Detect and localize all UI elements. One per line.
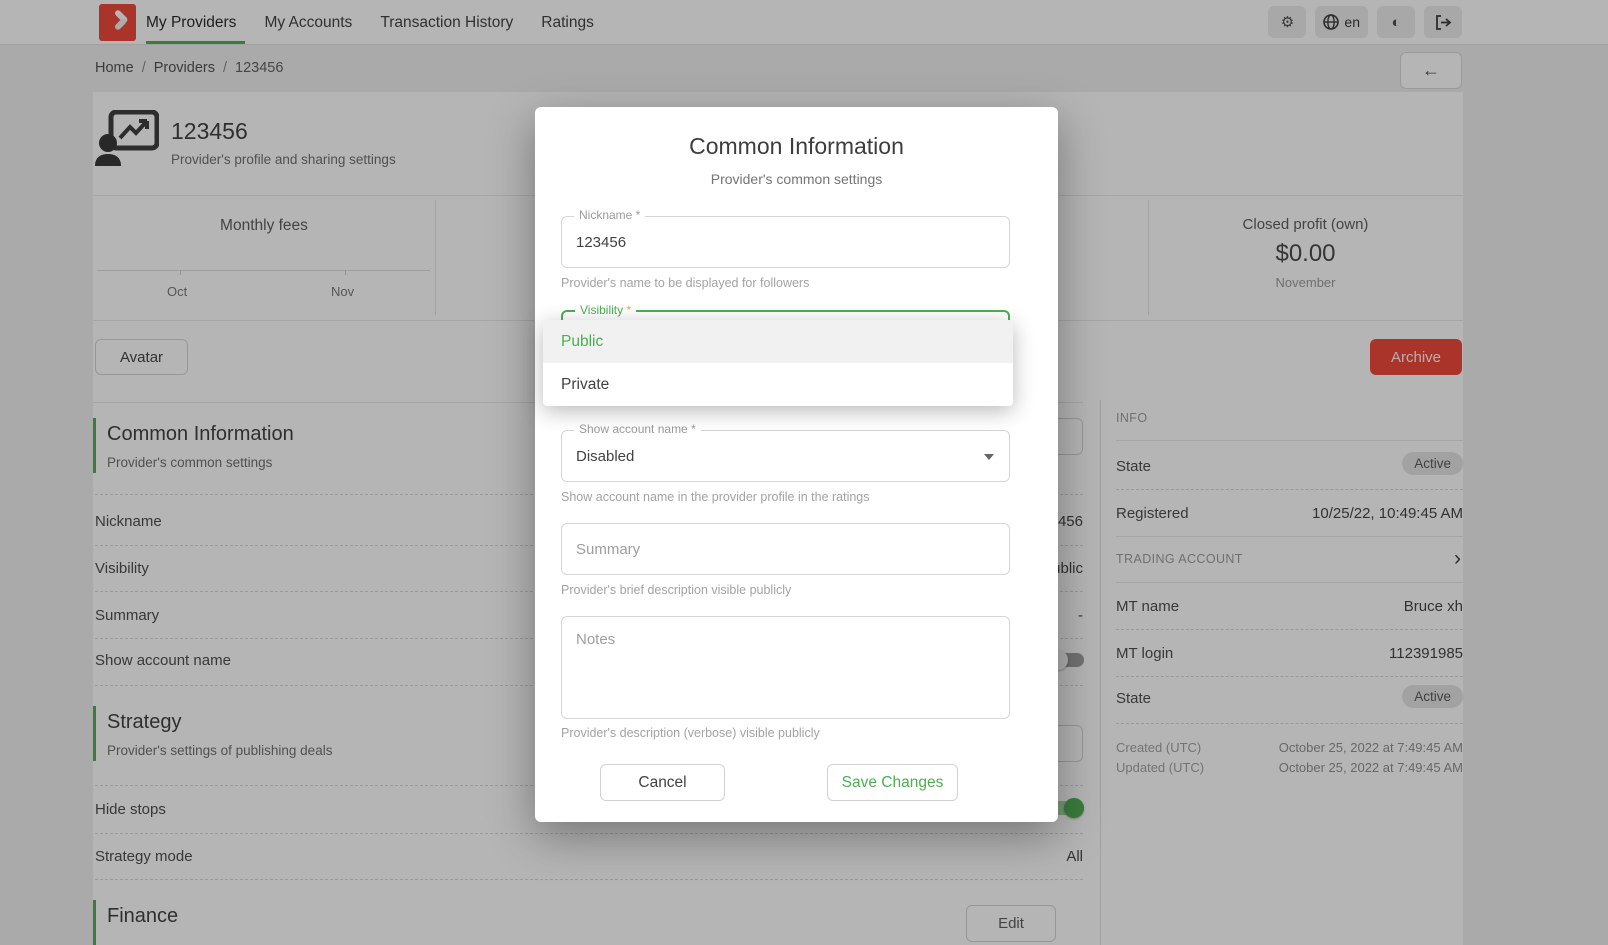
show-account-name-helper: Show account name in the provider profil…: [561, 490, 870, 504]
dialog-title: Common Information: [535, 133, 1058, 160]
summary-helper: Provider's brief description visible pub…: [561, 583, 791, 597]
show-account-name-field-label: Show account name *: [574, 422, 701, 436]
save-changes-button[interactable]: Save Changes: [827, 764, 958, 801]
notes-helper: Provider's description (verbose) visible…: [561, 726, 820, 740]
dialog-subtitle: Provider's common settings: [535, 171, 1058, 187]
summary-field: [561, 523, 1010, 575]
show-account-name-field[interactable]: Show account name * Disabled: [561, 430, 1010, 482]
cancel-button[interactable]: Cancel: [600, 764, 725, 801]
visibility-dropdown-menu: Public Private: [543, 320, 1013, 406]
nickname-input[interactable]: [562, 217, 1009, 267]
screen: My Providers My Accounts Transaction His…: [0, 0, 1608, 945]
nickname-field: Nickname *: [561, 216, 1010, 268]
summary-input[interactable]: [562, 524, 1009, 574]
nickname-helper: Provider's name to be displayed for foll…: [561, 276, 809, 290]
show-account-name-value: Disabled: [576, 448, 634, 465]
dropdown-arrow-icon: [984, 454, 994, 460]
notes-textarea[interactable]: [562, 617, 1009, 718]
required-asterisk: *: [626, 303, 631, 317]
common-information-dialog: Common Information Provider's common set…: [535, 107, 1058, 822]
notes-field: [561, 616, 1010, 719]
visibility-field-label: Visibility *: [575, 303, 636, 317]
nickname-field-label: Nickname *: [574, 208, 645, 222]
dropdown-option-private[interactable]: Private: [543, 363, 1013, 406]
dropdown-option-public[interactable]: Public: [543, 320, 1013, 363]
